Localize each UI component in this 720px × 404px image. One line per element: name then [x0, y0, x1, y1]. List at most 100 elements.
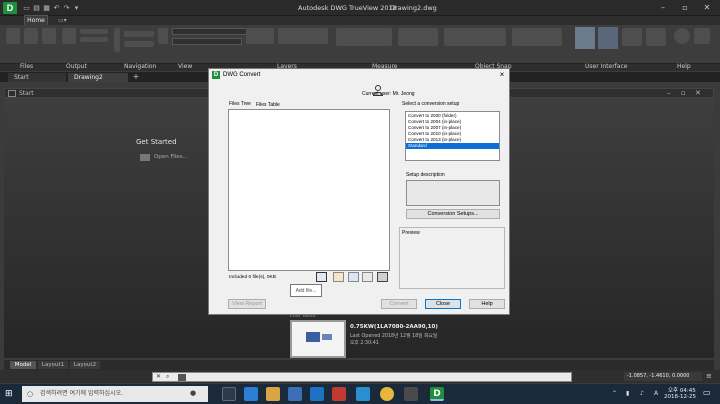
chrome-icon[interactable]	[380, 387, 394, 401]
customize-icon[interactable]: ▾	[72, 4, 81, 12]
undo-icon[interactable]: ↶	[52, 4, 61, 12]
orbit-button[interactable]	[124, 41, 154, 47]
edge-icon[interactable]	[244, 387, 258, 401]
tab-files-tree[interactable]: Files Tree	[229, 101, 251, 107]
help-icon[interactable]	[674, 28, 690, 44]
view-toggle-icon[interactable]	[646, 28, 666, 46]
conversion-setups-button[interactable]: Conversion Setups...	[406, 209, 500, 219]
windows-start-icon[interactable]: ⊞	[5, 389, 15, 399]
browser-icon[interactable]	[356, 387, 370, 401]
setup-item-selected[interactable]: Standard	[406, 143, 499, 149]
ime-icon[interactable]: A	[654, 390, 658, 397]
layout-tabs-icon[interactable]	[622, 28, 642, 46]
open-icon[interactable]: ▭	[22, 4, 31, 12]
new-tab-icon[interactable]: +	[131, 72, 141, 82]
close-command-icon[interactable]: ✕	[156, 373, 161, 380]
command-line[interactable]: ✕ ⌕	[152, 372, 572, 382]
setup-item[interactable]: Convert to 2013 (in-place)	[408, 137, 461, 142]
setup-item[interactable]: Convert to 2004 (in-place)	[408, 119, 461, 124]
print-icon[interactable]: ▦	[42, 4, 51, 12]
command-options-icon[interactable]: ⌕	[166, 373, 169, 381]
files-tree[interactable]	[228, 109, 390, 271]
close-button[interactable]: Close	[425, 299, 461, 309]
tab-layout2[interactable]: Layout2	[70, 361, 100, 369]
new-list-icon[interactable]	[333, 272, 344, 282]
tray-arrow-icon[interactable]: ⌃	[612, 390, 617, 397]
preview-button[interactable]	[80, 37, 108, 42]
minimize-icon[interactable]: –	[652, 2, 674, 14]
layer-tools-icon[interactable]	[278, 28, 328, 44]
doc-tab-drawing2[interactable]: Drawing2	[68, 73, 128, 82]
store-icon[interactable]	[288, 387, 302, 401]
maximize-icon[interactable]: ▫	[674, 2, 696, 14]
plot-icon[interactable]	[62, 28, 76, 44]
ribbon-options-icon[interactable]: ▭▾	[58, 17, 72, 24]
open-list-icon[interactable]	[348, 272, 359, 282]
measure-icon[interactable]	[336, 28, 392, 46]
panel-navigation[interactable]: Navigation	[124, 63, 156, 71]
view-report-button[interactable]: View Report	[228, 299, 266, 309]
outlook-icon[interactable]	[310, 387, 324, 401]
app-logo[interactable]: D	[3, 2, 17, 14]
panel-help[interactable]: Help	[677, 63, 691, 71]
network-icon[interactable]: ▮	[626, 390, 629, 397]
taskbar-search-box[interactable]: 검색하려면 여기에 입력하십시오.	[22, 386, 208, 402]
help-button[interactable]: Help	[469, 299, 505, 309]
dwg-trueview-taskbar-icon[interactable]: D	[430, 387, 444, 401]
info-icon[interactable]	[694, 28, 710, 44]
extents-button[interactable]	[124, 31, 154, 37]
named-views-icon[interactable]	[158, 28, 168, 44]
layer-properties-icon[interactable]	[246, 28, 274, 44]
area-icon[interactable]	[398, 28, 438, 46]
batch-plot-button[interactable]	[80, 29, 108, 34]
dwg-convert-icon[interactable]	[24, 28, 38, 44]
setup-item[interactable]: Convert to 2010 (in-place)	[408, 131, 461, 136]
open-file-icon[interactable]	[6, 28, 20, 44]
microphone-icon[interactable]: ●	[190, 389, 196, 397]
task-view-icon[interactable]	[222, 387, 236, 401]
start-minimize-icon[interactable]: –	[667, 89, 671, 97]
pan-icon[interactable]	[114, 28, 120, 52]
recent-thumbnail[interactable]	[290, 320, 346, 358]
dialog-close-icon[interactable]: ×	[495, 69, 509, 80]
close-window-icon[interactable]: ✕	[696, 2, 718, 14]
tab-files-table[interactable]: Files Table	[256, 102, 280, 108]
doc-tab-start[interactable]: Start	[8, 73, 66, 82]
notifications-icon[interactable]: ▭	[703, 388, 711, 397]
start-close-icon[interactable]: ✕	[695, 89, 701, 97]
append-list-icon[interactable]	[362, 272, 373, 282]
panel-user-interface[interactable]: User Interface	[585, 63, 627, 71]
app-icon[interactable]	[404, 387, 418, 401]
office-icon[interactable]	[332, 387, 346, 401]
object-snap-icon[interactable]	[444, 28, 506, 46]
convert-button[interactable]: Convert	[381, 299, 417, 309]
panel-view[interactable]: View	[178, 63, 192, 71]
preview-label: Preview	[402, 230, 420, 236]
setup-list[interactable]: Convert to 2000 (folder) Convert to 2004…	[405, 111, 500, 161]
file-tabs-icon[interactable]	[598, 27, 618, 49]
status-menu-icon[interactable]: ≡	[706, 372, 716, 381]
open-files-link[interactable]: Open Files...	[154, 154, 188, 160]
setup-item[interactable]: Convert to 2007 (in-place)	[408, 125, 461, 130]
taskbar-time[interactable]: 오후 04:45	[668, 386, 696, 394]
snap-settings-icon[interactable]	[512, 28, 562, 46]
user-interface-icon[interactable]	[575, 27, 595, 49]
taskbar-date[interactable]: 2018-12-25	[664, 394, 696, 400]
setup-item[interactable]: Convert to 2000 (folder)	[408, 113, 457, 118]
save-icon[interactable]: ▤	[32, 4, 41, 12]
volume-icon[interactable]: ♪	[640, 390, 644, 397]
panel-output[interactable]: Output	[66, 63, 87, 71]
recent-file-name[interactable]: 0.75KW(1LA7080-2AA90,10)	[350, 324, 438, 330]
start-restore-icon[interactable]: ▫	[681, 89, 686, 97]
panel-files[interactable]: Files	[20, 63, 33, 71]
redo-icon[interactable]: ↷	[62, 4, 71, 12]
layer-state-dropdown[interactable]	[172, 38, 242, 45]
add-file-icon[interactable]	[316, 272, 327, 282]
file-explorer-icon[interactable]	[266, 387, 280, 401]
save-list-icon[interactable]	[377, 272, 388, 282]
tab-layout1[interactable]: Layout1	[38, 361, 68, 369]
layer-dropdown[interactable]	[172, 28, 252, 35]
tab-model[interactable]: Model	[10, 361, 36, 369]
export-icon[interactable]	[42, 28, 56, 44]
tab-home[interactable]: Home	[24, 15, 48, 25]
